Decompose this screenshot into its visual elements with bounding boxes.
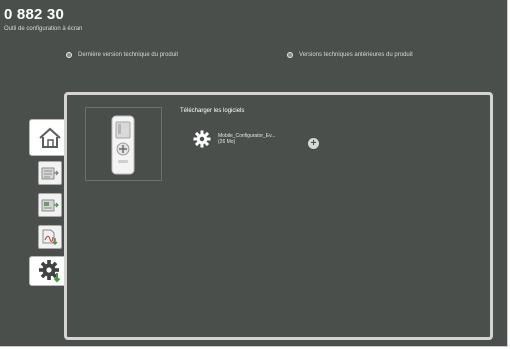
document-button-a[interactable] (38, 161, 62, 185)
product-image-card (85, 107, 162, 181)
document-button-b[interactable] (38, 193, 62, 217)
previous-versions-link[interactable]: Versions techniques antérieures du produ… (287, 52, 413, 58)
latest-version-link[interactable]: Dernière version technique du produit (66, 52, 178, 58)
plus-icon: + (310, 138, 317, 149)
previous-versions-label: Versions techniques antérieures du produ… (299, 52, 413, 58)
document-arrow-icon (41, 167, 59, 180)
document-arrow-icon (41, 199, 59, 212)
section-title: Télécharger les logiciels (180, 108, 245, 114)
app-window: 0 882 30 Outil de configuration à écran … (0, 0, 508, 347)
gear-download-icon (38, 260, 60, 283)
download-info: Mobile_Configurator_Ev... (26 Mo) (218, 133, 275, 145)
radio-icon (66, 52, 72, 58)
remote-control-icon (111, 115, 135, 175)
page-title: 0 882 30 (4, 6, 64, 23)
page-subtitle: Outil de configuration à écran (4, 26, 83, 32)
download-size: (26 Mo) (218, 139, 236, 145)
radio-icon (287, 52, 293, 58)
pdf-button[interactable] (38, 225, 62, 249)
download-plus-button[interactable]: + (308, 138, 319, 149)
pdf-download-icon (42, 229, 58, 245)
gear-icon (193, 130, 211, 148)
latest-version-label: Dernière version technique du produit (78, 52, 179, 58)
home-icon (39, 127, 61, 148)
download-item[interactable]: Mobile_Configurator_Ev... (26 Mo) (193, 130, 275, 148)
